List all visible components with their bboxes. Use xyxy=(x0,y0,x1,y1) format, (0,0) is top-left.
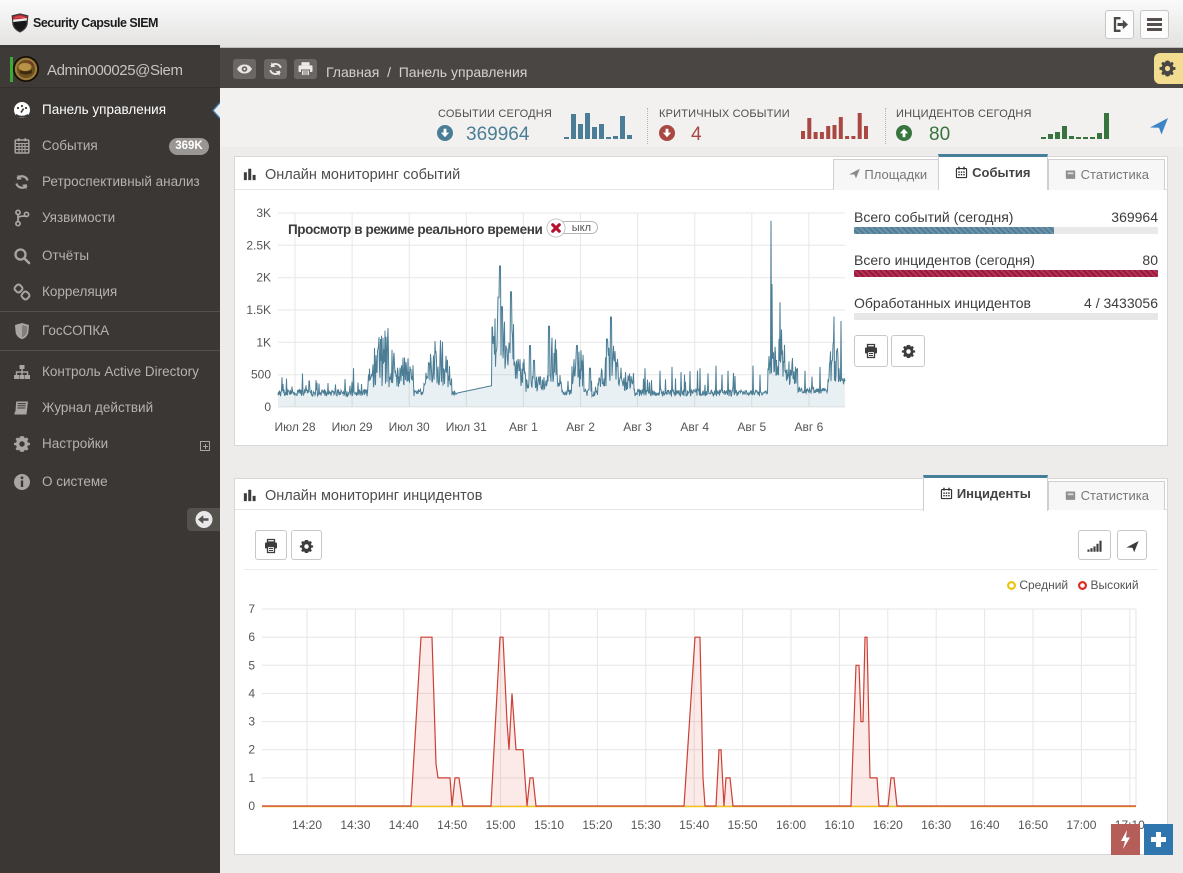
svg-text:14:40: 14:40 xyxy=(389,818,419,832)
svg-text:15:30: 15:30 xyxy=(631,818,661,832)
svg-text:16:20: 16:20 xyxy=(873,818,903,832)
svg-text:14:20: 14:20 xyxy=(292,818,322,832)
svg-text:16:40: 16:40 xyxy=(970,818,1000,832)
svg-text:16:50: 16:50 xyxy=(1018,818,1048,832)
svg-text:14:50: 14:50 xyxy=(437,818,467,832)
svg-text:15:40: 15:40 xyxy=(679,818,709,832)
svg-text:2.5K: 2.5K xyxy=(246,238,271,252)
svg-text:15:00: 15:00 xyxy=(486,818,516,832)
svg-text:Июл 28: Июл 28 xyxy=(274,420,315,434)
svg-text:14:30: 14:30 xyxy=(340,818,370,832)
svg-text:4: 4 xyxy=(248,686,255,700)
svg-text:0: 0 xyxy=(264,400,271,414)
svg-text:16:00: 16:00 xyxy=(776,818,806,832)
svg-text:Июл 31: Июл 31 xyxy=(446,420,487,434)
svg-text:3: 3 xyxy=(248,715,255,729)
svg-text:15:10: 15:10 xyxy=(534,818,564,832)
svg-text:3K: 3K xyxy=(256,206,271,220)
svg-text:Июл 29: Июл 29 xyxy=(332,420,373,434)
svg-text:Авг 1: Авг 1 xyxy=(509,420,538,434)
svg-text:1.5K: 1.5K xyxy=(246,303,271,317)
svg-text:16:10: 16:10 xyxy=(824,818,854,832)
svg-text:1K: 1K xyxy=(256,335,271,349)
svg-text:1: 1 xyxy=(248,771,255,785)
svg-text:15:20: 15:20 xyxy=(582,818,612,832)
svg-text:Авг 4: Авг 4 xyxy=(680,420,709,434)
svg-text:16:30: 16:30 xyxy=(921,818,951,832)
svg-text:Авг 3: Авг 3 xyxy=(623,420,652,434)
svg-text:Авг 5: Авг 5 xyxy=(737,420,766,434)
svg-text:Июл 30: Июл 30 xyxy=(389,420,430,434)
svg-text:5: 5 xyxy=(248,658,255,672)
svg-text:0: 0 xyxy=(248,799,255,813)
svg-text:6: 6 xyxy=(248,630,255,644)
svg-text:15:50: 15:50 xyxy=(728,818,758,832)
svg-text:2: 2 xyxy=(248,743,255,757)
svg-text:Авг 2: Авг 2 xyxy=(566,420,595,434)
svg-text:7: 7 xyxy=(248,602,255,616)
svg-text:2K: 2K xyxy=(256,271,271,285)
svg-text:500: 500 xyxy=(251,368,271,382)
svg-text:17:00: 17:00 xyxy=(1066,818,1096,832)
svg-text:Авг 6: Авг 6 xyxy=(795,420,824,434)
